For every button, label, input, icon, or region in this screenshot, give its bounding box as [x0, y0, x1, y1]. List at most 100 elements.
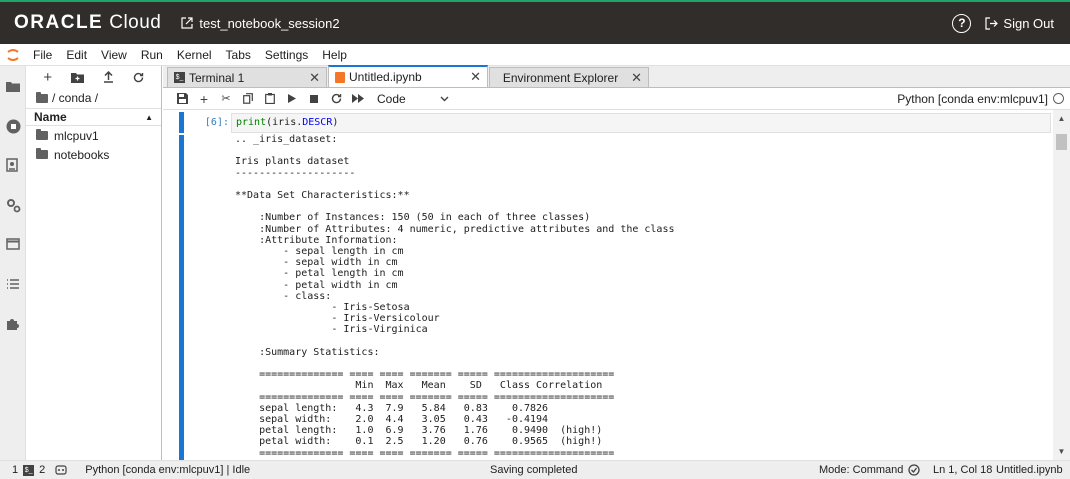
extension-puzzle-icon[interactable] [5, 316, 21, 332]
tab-label: Environment Explorer [502, 70, 619, 85]
list-item[interactable]: notebooks [26, 145, 161, 164]
session-link[interactable]: test_notebook_session2 [181, 15, 340, 31]
terminal-count[interactable]: 2 [34, 464, 50, 476]
breadcrumb[interactable]: / conda / [26, 88, 161, 108]
tab-label: Untitled.ipynb [349, 70, 422, 84]
menu-kernel[interactable]: Kernel [170, 48, 219, 62]
menu-file[interactable]: File [26, 48, 59, 62]
new-launcher-icon[interactable]: + [43, 69, 52, 86]
tab-environment-explorer[interactable]: Environment Explorer ✕ [489, 67, 649, 87]
close-icon[interactable]: ✕ [470, 69, 481, 85]
scroll-up-arrow-icon[interactable]: ▲ [1053, 110, 1070, 127]
file-name: notebooks [54, 147, 110, 162]
close-icon[interactable]: ✕ [309, 70, 320, 86]
upload-icon[interactable] [103, 71, 114, 83]
kernel-name-button[interactable]: Python [conda env:mlcpuv1] [897, 92, 1064, 106]
cursor-position[interactable]: Ln 1, Col 18 [928, 464, 997, 476]
fast-forward-icon[interactable] [347, 90, 369, 108]
sign-out-button[interactable]: Sign Out [985, 16, 1054, 31]
menu-view[interactable]: View [94, 48, 134, 62]
kernel-name: Python [conda env:mlcpuv1] [897, 91, 1048, 106]
scroll-down-arrow-icon[interactable]: ▼ [1053, 443, 1070, 460]
code-attribute: DESCR [302, 117, 333, 128]
help-icon[interactable]: ? [952, 13, 972, 33]
cell-type-select[interactable]: Code [377, 92, 449, 106]
file-name: mlcpuv1 [54, 128, 99, 143]
file-list-header[interactable]: Name ▲ [26, 108, 161, 126]
scrollbar-thumb[interactable] [1056, 134, 1067, 150]
running-count[interactable]: 1 [0, 464, 23, 476]
terminal-icon: $_ [174, 72, 185, 83]
insert-cell-icon[interactable]: + [193, 90, 215, 108]
menu-run[interactable]: Run [134, 48, 170, 62]
folder-icon [36, 148, 48, 159]
file-browser-toolbar: + [26, 66, 161, 88]
jupyter-logo-icon [0, 47, 26, 63]
tabs-icon[interactable] [5, 236, 21, 252]
left-activity-bar [0, 66, 26, 460]
code-closing: ) [332, 117, 339, 128]
cell-input-collapser[interactable] [179, 112, 184, 133]
session-name: test_notebook_session2 [199, 15, 340, 31]
paste-icon[interactable] [259, 90, 281, 108]
folder-icon [36, 129, 48, 140]
code-cell-input[interactable]: print(iris.DESCR) [231, 113, 1051, 133]
kernel-status-icon [1053, 93, 1064, 104]
cell-output: .. _iris_dataset: Iris plants dataset --… [235, 134, 675, 459]
oracle-brand: ORACLE [14, 12, 104, 33]
sign-out-icon [985, 16, 999, 30]
top-bar: ORACLE Cloud test_notebook_session2 ? Si… [0, 0, 1070, 44]
external-link-icon [181, 17, 193, 29]
close-icon[interactable]: ✕ [631, 70, 642, 86]
run-icon[interactable] [281, 90, 303, 108]
cell-output-collapser[interactable] [179, 135, 184, 460]
notebook-icon [335, 71, 345, 83]
menu-settings[interactable]: Settings [258, 48, 315, 62]
restart-icon[interactable] [325, 90, 347, 108]
new-folder-icon[interactable] [70, 72, 84, 83]
toc-list-icon[interactable] [5, 276, 21, 292]
cloud-label: Cloud [109, 12, 162, 33]
trusted-shield-icon[interactable] [903, 464, 925, 476]
cut-icon[interactable]: ✂ [215, 90, 237, 108]
refresh-icon[interactable] [133, 72, 144, 83]
gear-icon[interactable] [5, 197, 21, 213]
save-icon[interactable] [171, 90, 193, 108]
list-item[interactable]: mlcpuv1 [26, 126, 161, 145]
sign-out-label: Sign Out [1003, 15, 1054, 31]
folder-icon [36, 91, 48, 103]
cell-prompt: [6]: [204, 117, 229, 128]
notebook-scrollbar[interactable]: ▲ ▼ [1053, 110, 1070, 460]
kernel-status[interactable]: Python [conda env:mlcpuv1] | Idle [80, 464, 255, 476]
folder-icon[interactable] [5, 78, 21, 94]
code-function: print [236, 117, 267, 128]
menu-help[interactable]: Help [315, 48, 354, 62]
mode-status[interactable]: Mode: Command [814, 464, 908, 476]
main-area: $_ Terminal 1 ✕ Untitled.ipynb ✕ Environ… [163, 65, 1070, 460]
kernel-activity-icon [50, 465, 72, 475]
name-column-header: Name [34, 110, 67, 124]
menu-tabs[interactable]: Tabs [219, 48, 258, 62]
notebook-toolbar: + ✂ Code Python [conda env:mlcpuv1] [163, 88, 1070, 110]
terminal-icon: $_ [23, 464, 35, 476]
running-stop-icon[interactable] [5, 118, 21, 134]
status-bar: 1 $_ 2 Python [conda env:mlcpuv1] | Idle… [0, 460, 1070, 479]
chevron-down-icon [440, 96, 449, 101]
tab-terminal-1[interactable]: $_ Terminal 1 ✕ [167, 67, 327, 87]
status-filename: Untitled.ipynb [996, 464, 1063, 476]
stop-icon[interactable] [303, 90, 325, 108]
oracle-cloud-logo[interactable]: ORACLE Cloud [14, 12, 161, 34]
menu-edit[interactable]: Edit [59, 48, 94, 62]
copy-icon[interactable] [237, 90, 259, 108]
sort-caret-up-icon: ▲ [145, 112, 153, 122]
tab-label: Terminal 1 [189, 70, 245, 85]
code-argument: (iris. [266, 117, 303, 128]
tab-untitled-ipynb[interactable]: Untitled.ipynb ✕ [328, 65, 488, 87]
breadcrumb-path: / conda / [52, 91, 99, 105]
notebook-panel[interactable]: [6]: print(iris.DESCR) .. _iris_dataset:… [163, 110, 1070, 460]
saving-status: Saving completed [490, 464, 578, 476]
file-browser: + / conda / Name ▲ mlcpuv1 notebooks [26, 66, 162, 460]
cell-type-value: Code [377, 91, 406, 106]
property-inspector-icon[interactable] [5, 157, 21, 173]
menu-bar: File Edit View Run Kernel Tabs Settings … [0, 44, 1070, 66]
